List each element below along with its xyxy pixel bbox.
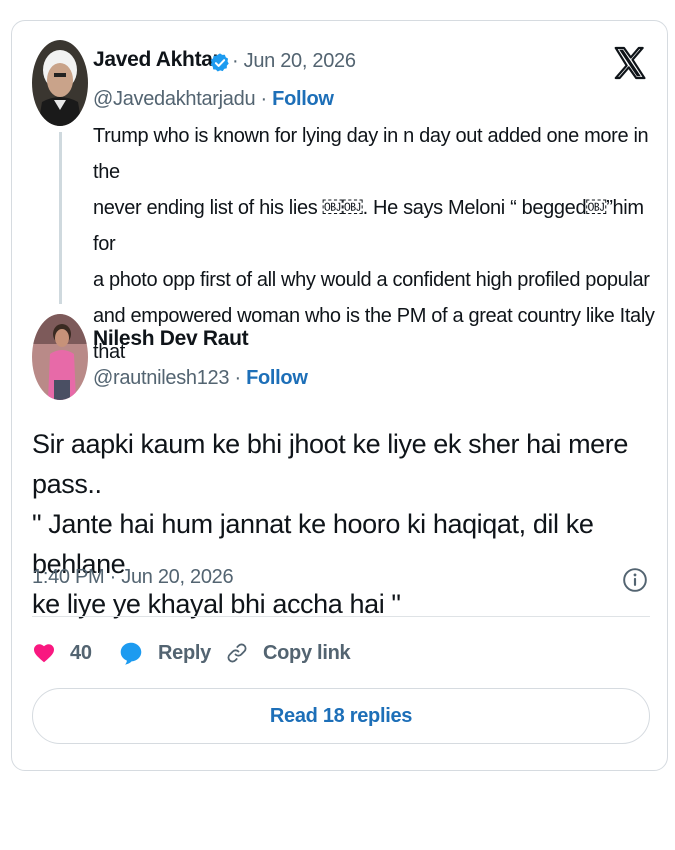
like-button[interactable]: 40 bbox=[32, 636, 92, 670]
follow-original-author-link[interactable]: Follow bbox=[272, 88, 334, 110]
javed-akhtar-avatar[interactable] bbox=[32, 40, 88, 126]
like-count: 40 bbox=[70, 641, 92, 664]
reply-author-name[interactable]: Nilesh Dev Raut bbox=[93, 327, 249, 351]
divider bbox=[32, 616, 650, 617]
reply-author-handle[interactable]: @rautnilesh123 · bbox=[93, 367, 246, 389]
reply-tweet-text: Sir aapki kaum ke bhi jhoot ke liye ek s… bbox=[32, 429, 628, 619]
read-replies-button[interactable]: Read 18 replies bbox=[32, 688, 650, 744]
reply-label: Reply bbox=[158, 641, 211, 664]
x-logo-icon[interactable] bbox=[611, 44, 649, 82]
original-author-handle[interactable]: @Javedakhtarjadu · bbox=[93, 88, 272, 110]
copy-link-button[interactable]: Copy link bbox=[225, 636, 351, 670]
reply-author-handle-row: @rautnilesh123 · Follow bbox=[93, 367, 308, 390]
follow-reply-author-link[interactable]: Follow bbox=[246, 367, 308, 389]
reply-bubble-icon bbox=[120, 642, 142, 665]
reply-timestamp[interactable]: 1:40 PM · Jun 20, 2026 bbox=[32, 566, 234, 589]
heart-icon bbox=[34, 644, 54, 663]
reply-button[interactable]: Reply bbox=[118, 636, 211, 670]
info-icon[interactable] bbox=[622, 567, 648, 593]
original-author-name[interactable]: Javed Akhtar bbox=[93, 48, 221, 72]
original-author-handle-row: @Javedakhtarjadu · Follow bbox=[93, 88, 334, 111]
read-replies-label: Read 18 replies bbox=[269, 704, 413, 727]
thread-connector-line bbox=[59, 132, 62, 304]
link-icon bbox=[227, 643, 247, 663]
original-tweet-date[interactable]: · Jun 20, 2026 bbox=[232, 50, 356, 73]
nilesh-dev-raut-avatar[interactable] bbox=[32, 314, 88, 400]
verified-badge-icon bbox=[210, 53, 229, 72]
copy-link-label: Copy link bbox=[263, 641, 351, 664]
